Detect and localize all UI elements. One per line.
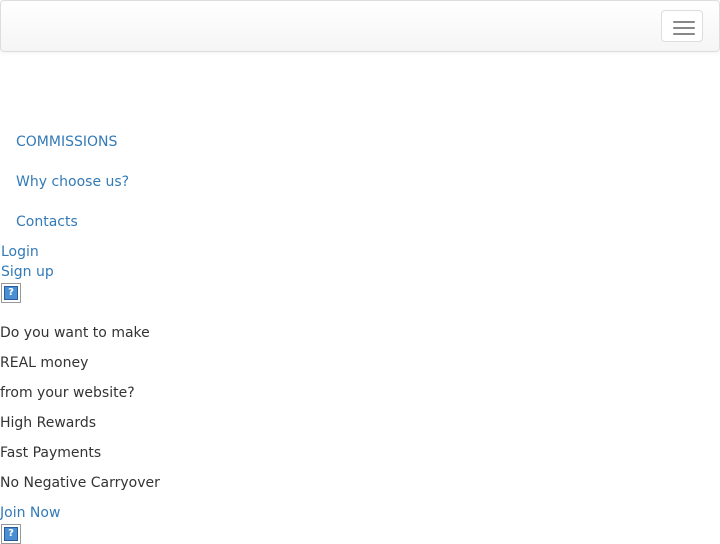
- broken-image-icon: ?: [1, 283, 21, 303]
- feature-high-rewards: High Rewards: [0, 415, 97, 431]
- nav-link-commissions[interactable]: COMMISSIONS: [16, 132, 117, 152]
- broken-image-icon: ?: [1, 524, 21, 544]
- navbar-toggle-button[interactable]: [661, 10, 703, 42]
- nav-link-contacts[interactable]: Contacts: [16, 212, 78, 232]
- top-navbar: [0, 0, 720, 52]
- feature-no-negative-carryover: No Negative Carryover: [0, 475, 160, 491]
- hero-line-2: REAL money: [0, 355, 89, 371]
- nav-link-why-choose-us[interactable]: Why choose us?: [16, 172, 129, 192]
- broken-image-glyph: ?: [4, 286, 18, 300]
- login-link[interactable]: Login: [1, 242, 39, 262]
- broken-image-glyph: ?: [4, 527, 18, 541]
- hero-line-3: from your website?: [0, 385, 135, 401]
- join-now-link[interactable]: Join Now: [0, 503, 60, 523]
- feature-fast-payments: Fast Payments: [0, 445, 102, 461]
- hero-line-1: Do you want to make: [0, 325, 150, 341]
- signup-link[interactable]: Sign up: [1, 262, 54, 282]
